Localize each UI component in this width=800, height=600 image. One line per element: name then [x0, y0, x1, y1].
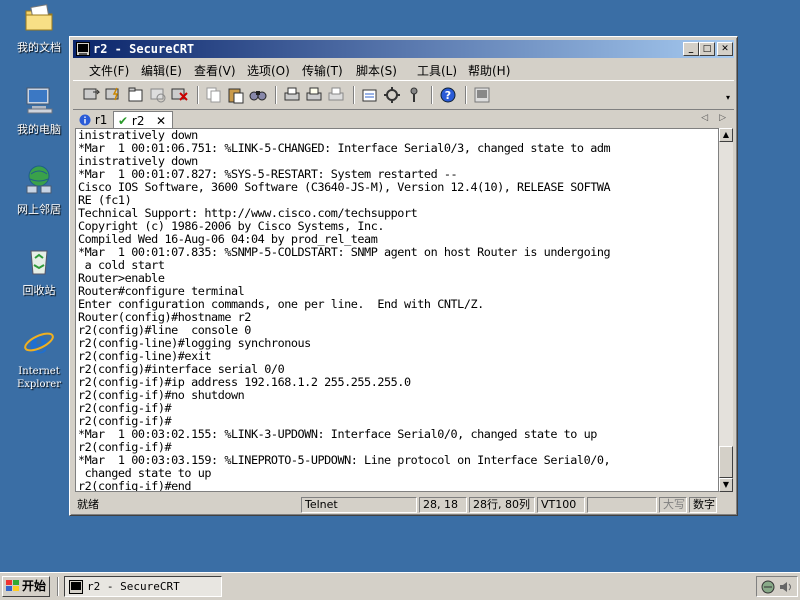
- scrollbar-thumb[interactable]: [719, 446, 733, 478]
- status-blank: [587, 497, 657, 513]
- minimize-button[interactable]: _: [683, 42, 699, 56]
- terminal-scrollbar[interactable]: ▲ ▼: [719, 128, 733, 492]
- desktop-icon-network[interactable]: 网上邻居: [4, 164, 74, 216]
- desktop-icon-recycle-bin[interactable]: 回收站: [4, 245, 74, 297]
- terminal-line: Cisco IOS Software, 3600 Software (C3640…: [78, 180, 611, 194]
- status-protocol: Telnet: [301, 497, 417, 513]
- global-options-icon[interactable]: [383, 86, 401, 104]
- session-options-icon[interactable]: [361, 86, 379, 104]
- connect-icon[interactable]: [83, 86, 101, 104]
- scroll-up-button[interactable]: ▲: [719, 128, 733, 142]
- tab-r1[interactable]: r1: [79, 111, 111, 129]
- system-tray: [756, 576, 798, 597]
- reconnect-icon[interactable]: [149, 86, 167, 104]
- desktop-icon-label: Internet Explorer: [16, 366, 62, 390]
- desktop-icon-my-documents[interactable]: 我的文档: [4, 2, 74, 54]
- status-bar: 就绪 Telnet 28, 18 28行, 80列 VT100 大写 数字: [73, 495, 734, 514]
- menu-help[interactable]: 帮助(H): [468, 62, 510, 79]
- menu-script[interactable]: 脚本(S): [356, 62, 397, 79]
- tab-scroll-left-icon[interactable]: ◁: [701, 113, 708, 123]
- network-places-icon: [26, 165, 52, 194]
- window-title: r2 - SecureCRT: [93, 42, 195, 56]
- desktop-icon-label: 我的文档: [17, 41, 61, 54]
- internet-explorer-icon: e: [24, 326, 54, 361]
- connect-in-tab-icon[interactable]: [127, 86, 145, 104]
- svg-text:e: e: [29, 326, 48, 358]
- securecrt-app-icon: [69, 580, 83, 594]
- printer-setup-icon[interactable]: [327, 86, 345, 104]
- status-num: 数字: [689, 497, 717, 513]
- svg-text:?: ?: [445, 89, 451, 102]
- toolbar: ? ▾: [73, 80, 734, 110]
- menu-options[interactable]: 选项(O): [247, 62, 290, 79]
- tab-r2[interactable]: ✔ r2 ✕: [113, 111, 173, 129]
- securecrt-window: r2 - SecureCRT _ □ ✕ 文件(F) 编辑(E) 查看(V) 选…: [69, 36, 738, 516]
- menu-tools[interactable]: 工具(L): [417, 62, 457, 79]
- menu-view[interactable]: 查看(V): [194, 62, 236, 79]
- folder-documents-icon: [25, 4, 53, 31]
- about-icon[interactable]: [473, 86, 491, 104]
- start-label: 开始: [22, 579, 47, 593]
- recycle-bin-icon: [30, 250, 48, 275]
- taskbar: 开始 r2 - SecureCRT: [0, 572, 800, 600]
- terminal-output: inistratively down *Mar 1 00:01:06.751: %…: [78, 129, 611, 492]
- toolbar-overflow-icon[interactable]: ▾: [726, 93, 730, 102]
- close-button[interactable]: ✕: [717, 42, 733, 56]
- desktop-icon-label: 网上邻居: [17, 203, 61, 216]
- terminal-line: r2(config-if)#end: [78, 479, 192, 492]
- menu-edit[interactable]: 编辑(E): [141, 62, 182, 79]
- taskbar-separator: [57, 577, 59, 596]
- taskbar-item-securecrt[interactable]: r2 - SecureCRT: [64, 576, 222, 597]
- start-button[interactable]: 开始: [2, 576, 50, 597]
- title-bar[interactable]: r2 - SecureCRT _ □ ✕: [73, 40, 734, 58]
- print-icon[interactable]: [283, 86, 301, 104]
- tray-network-icon[interactable]: [760, 579, 776, 595]
- windows-logo-icon: [6, 580, 19, 591]
- desktop-icon-internet-explorer[interactable]: e Internet Explorer: [4, 326, 74, 391]
- tray-volume-icon[interactable]: [778, 579, 794, 595]
- scroll-down-button[interactable]: ▼: [719, 478, 733, 492]
- desktop-icon-my-computer[interactable]: 我的电脑: [4, 84, 74, 136]
- checkmark-icon: ✔: [118, 114, 129, 128]
- desktop-icon-label: 回收站: [22, 284, 56, 297]
- maximize-button[interactable]: □: [699, 42, 715, 56]
- status-ready: 就绪: [77, 498, 99, 511]
- status-cursor-position: 28, 18: [419, 497, 467, 513]
- tab-label: r1: [94, 113, 108, 127]
- session-tab-bar: r1 ✔ r2 ✕ ◁ ▷: [73, 110, 734, 130]
- taskbar-item-label: r2 - SecureCRT: [87, 580, 180, 593]
- securecrt-app-icon: [76, 42, 90, 56]
- terminal-screen[interactable]: inistratively down *Mar 1 00:01:06.751: %…: [75, 128, 719, 492]
- keymap-icon[interactable]: [405, 86, 423, 104]
- tab-scroll-right-icon[interactable]: ▷: [719, 113, 726, 123]
- copy-icon[interactable]: [205, 86, 223, 104]
- desktop-icon-label: 我的电脑: [17, 123, 61, 136]
- tab-label: r2: [131, 114, 145, 128]
- info-icon: [79, 114, 91, 126]
- status-rows-cols: 28行, 80列: [469, 497, 535, 513]
- status-emulation: VT100: [537, 497, 585, 513]
- disconnect-icon[interactable]: [171, 86, 189, 104]
- menu-file[interactable]: 文件(F): [89, 62, 129, 79]
- paste-icon[interactable]: [227, 86, 245, 104]
- print-selection-icon[interactable]: [305, 86, 323, 104]
- menu-bar: 文件(F) 编辑(E) 查看(V) 选项(O) 传输(T) 脚本(S) 工具(L…: [73, 59, 734, 79]
- computer-icon: [26, 87, 53, 114]
- status-caps: 大写: [659, 497, 687, 513]
- menu-transfer[interactable]: 传输(T): [302, 62, 343, 79]
- find-icon[interactable]: [249, 86, 267, 104]
- quick-connect-icon[interactable]: [105, 86, 123, 104]
- help-icon[interactable]: ?: [439, 86, 457, 104]
